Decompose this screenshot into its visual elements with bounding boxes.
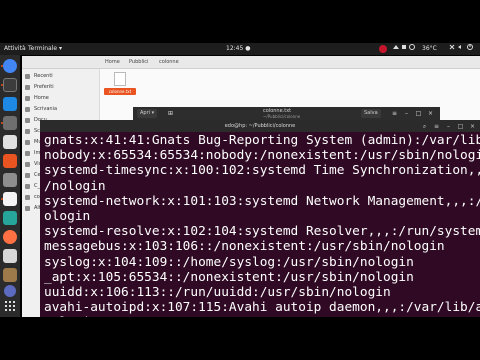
files-header: Home Pubblici colonne	[22, 56, 480, 69]
maximize-icon[interactable]: □	[457, 123, 464, 130]
search-icon[interactable]: ⌕	[421, 123, 428, 130]
files-icon[interactable]	[3, 116, 17, 130]
tray-icons[interactable]	[392, 43, 416, 56]
power-icon	[449, 44, 473, 50]
folder-icon	[25, 184, 30, 189]
close-icon[interactable]: ×	[469, 123, 476, 130]
archive-icon[interactable]	[3, 268, 17, 282]
apps-icon[interactable]	[3, 135, 17, 149]
plus-icon	[25, 206, 30, 211]
menu-icon[interactable]: ≡	[433, 123, 440, 130]
calendar-icon[interactable]	[3, 249, 17, 263]
document-icon	[25, 118, 30, 123]
screen-record-icon[interactable]	[379, 45, 387, 53]
terminal-line: syslog:x:104:109::/home/syslog:/usr/sbin…	[44, 254, 414, 270]
open-button[interactable]: Apri ▾	[137, 109, 158, 118]
text-editor-icon[interactable]	[3, 192, 17, 206]
terminal-line: systemd-resolve:x:102:104:systemd Resolv…	[44, 224, 480, 240]
sidebar-item-scrivania[interactable]: Scrivania	[22, 104, 100, 115]
system-menu[interactable]	[448, 43, 476, 56]
terminal-output[interactable]: gnats:x:41:41:Gnats Bug-Reporting System…	[44, 133, 480, 317]
clock-icon	[25, 74, 30, 79]
file-label[interactable]: colonne.txt	[104, 88, 136, 95]
letterbox-bottom	[0, 317, 480, 360]
temperature-indicator[interactable]: 36°C	[422, 43, 437, 55]
breadcrumb-home[interactable]: Home	[102, 58, 123, 67]
software-icon[interactable]	[3, 154, 17, 168]
terminal-line: systemd-timesync:x:100:102:systemd Time …	[44, 163, 480, 179]
star-icon	[25, 85, 30, 90]
terminal-window[interactable]: edo@hp: ~/Pubblici/colonne ⌕ ≡ – □ × gna…	[40, 120, 480, 317]
dock	[0, 55, 20, 317]
video-icon	[25, 162, 30, 167]
help-icon[interactable]	[4, 285, 16, 297]
activities-button[interactable]: Attività	[4, 43, 26, 55]
screenshot-icon[interactable]	[3, 211, 17, 225]
sidebar-item-recenti[interactable]: Recenti	[22, 71, 100, 82]
sidebar-item-home[interactable]: Home	[22, 93, 100, 104]
running-indicator	[1, 65, 3, 67]
music-icon	[25, 140, 30, 145]
folder-icon	[25, 195, 30, 200]
app-menu-button[interactable]: Terminale ▾	[28, 43, 62, 55]
terminal-line: nobody:x:65534:65534:nobody:/nonexistent…	[44, 148, 480, 164]
terminal-titlebar[interactable]: edo@hp: ~/Pubblici/colonne ⌕ ≡ – □ ×	[40, 120, 480, 132]
sidebar-item-preferiti[interactable]: Preferiti	[22, 82, 100, 93]
trash-icon	[25, 173, 30, 178]
terminal-icon[interactable]	[3, 78, 17, 92]
clock[interactable]: 12:45 ●	[226, 43, 250, 55]
top-bar: Attività Terminale ▾ 12:45 ● 36°C	[0, 43, 480, 55]
image-icon	[25, 151, 30, 156]
firefox-icon[interactable]	[3, 230, 17, 244]
maximize-icon[interactable]: □	[415, 110, 422, 117]
terminal-line: gnats:x:41:41:Gnats Bug-Reporting System…	[44, 133, 480, 148]
breadcrumb-pubblici[interactable]: Pubblici	[126, 58, 151, 67]
minimize-icon[interactable]: –	[445, 123, 452, 130]
menu-icon[interactable]: ≡	[391, 110, 398, 117]
network-icon	[393, 44, 415, 50]
desktop-icon	[25, 107, 30, 112]
new-tab-icon[interactable]: ⊞	[167, 110, 174, 117]
terminal-line: messagebus:x:103:106::/nonexistent:/usr/…	[44, 239, 445, 255]
running-indicator	[1, 122, 3, 124]
grid-icon[interactable]	[5, 301, 15, 311]
text-file-icon[interactable]	[114, 72, 126, 86]
home-icon	[25, 96, 30, 101]
running-indicator	[1, 84, 3, 86]
running-indicator	[1, 198, 3, 200]
terminal-title: edo@hp: ~/Pubblici/colonne	[224, 123, 296, 129]
download-icon	[25, 129, 30, 134]
terminal-line: /nologin	[44, 178, 106, 194]
minimize-icon[interactable]: –	[403, 110, 410, 117]
terminal-line: avahi-autoipd:x:107:115:Avahi autoip dae…	[44, 300, 480, 316]
terminal-line: systemd-network:x:101:103:systemd Networ…	[44, 193, 480, 209]
screen: Attività Terminale ▾ 12:45 ● 36°C Home P…	[0, 0, 480, 360]
close-icon[interactable]: ×	[427, 110, 434, 117]
terminal-line: _apt:x:105:65534::/nonexistent:/usr/sbin…	[44, 269, 414, 285]
terminal-line: uuidd:x:106:113::/run/uuidd:/usr/sbin/no…	[44, 285, 391, 301]
settings-icon[interactable]	[3, 173, 17, 187]
vscode-icon[interactable]	[3, 97, 17, 111]
save-button[interactable]: Salva	[361, 109, 381, 118]
chrome-icon[interactable]	[3, 59, 17, 73]
terminal-line: ologin	[44, 209, 91, 225]
breadcrumb-colonne[interactable]: colonne	[156, 58, 182, 67]
text-editor-window: Apri ▾ ⊞ colonne.txt ~/Pubblici/colonne …	[133, 107, 440, 121]
